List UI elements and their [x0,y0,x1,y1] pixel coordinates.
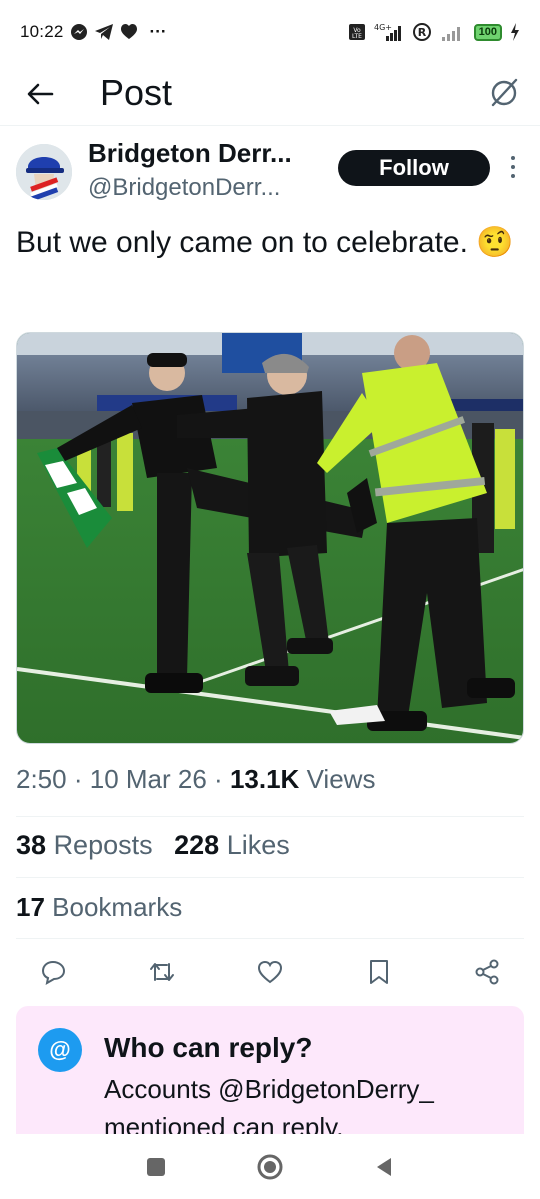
tweet-date: 10 Mar 26 [89,764,207,794]
post-header: Post [0,64,540,126]
action-bar [16,950,524,994]
messenger-icon [70,24,87,40]
battery-level: 100 [473,23,502,41]
system-icons: Vo LTE 4G+ R 100 [348,22,520,42]
likes-stat[interactable]: 228 Likes [174,830,290,860]
divider [16,877,524,878]
back-button[interactable] [22,76,58,112]
bookmarks-label: Bookmarks [52,892,183,922]
reply-restriction-card: @ Who can reply? Accounts @BridgetonDerr… [16,1006,524,1134]
signal-4g-icon: 4G+ [374,23,401,41]
reply-restriction-title: Who can reply? [104,1032,313,1063]
grok-button[interactable] [486,74,522,110]
page-title: Post [100,72,173,113]
author-handle[interactable]: @BridgetonDerr... [88,174,280,202]
reply-button[interactable] [38,957,68,987]
engagement-stats: 38 Reposts 228 Likes [16,830,290,861]
follow-button[interactable]: Follow [338,150,490,186]
registered-icon: R [412,23,431,41]
svg-text:LTE: LTE [352,33,362,40]
notification-icons: ··· [70,22,167,42]
meta-sep: · [214,764,230,794]
repost-icon [149,963,174,981]
author-row: Bridgeton Derr... @BridgetonDerr... Foll… [16,138,526,208]
back-arrow-icon [27,83,54,105]
mention-icon: @ [38,1028,82,1072]
more-button[interactable] [508,154,518,180]
views-count: 13.1K [229,764,300,794]
telegram-icon [94,24,113,40]
like-button[interactable] [255,957,285,987]
meta-sep: · [73,764,90,794]
reposts-label: Reposts [53,830,153,860]
bookmarks-stat[interactable]: 17 Bookmarks [16,892,182,923]
like-icon [257,960,283,984]
system-nav-bar [0,1134,540,1199]
repost-button[interactable] [147,957,177,987]
share-icon [475,959,499,985]
author-name[interactable]: Bridgeton Derr... [88,138,292,169]
charging-icon [511,23,519,41]
svg-text:R: R [417,26,426,39]
reposts-stat[interactable]: 38 Reposts [16,830,153,860]
status-bar: 10:22 ··· Vo LTE 4G+ R 100 [0,0,540,64]
photo-image [17,333,523,743]
reply-restriction-body: Accounts @BridgetonDerry_ mentioned can … [104,1074,434,1134]
nav-back-icon[interactable] [372,1155,396,1179]
bookmark-icon [369,960,388,984]
views-label: Views [306,764,376,794]
tweet-time: 2:50 [16,764,67,794]
divider [16,938,524,939]
volte-icon: VoLTE [348,24,365,40]
avatar-image [16,144,72,200]
reply-icon [41,960,66,985]
share-button[interactable] [472,957,502,987]
status-time: 10:22 [20,22,64,41]
bookmark-button[interactable] [364,957,394,987]
tweet-text: But we only came on to celebrate. 🤨 [16,226,514,259]
svg-text:4G+: 4G+ [374,23,392,32]
heart-status-icon [120,24,137,39]
reposts-count: 38 [16,830,47,860]
nav-recents-icon[interactable] [144,1155,168,1179]
signal-icon [441,27,460,41]
likes-label: Likes [226,830,290,860]
tweet-photo[interactable] [16,332,524,744]
bookmarks-count: 17 [16,892,45,922]
more-icon [511,156,515,178]
divider [16,816,524,817]
grok-icon [491,78,518,107]
likes-count: 228 [174,830,220,860]
status-overflow: ··· [149,22,167,41]
nav-home-icon[interactable] [255,1152,285,1182]
avatar[interactable] [16,144,72,200]
tweet-meta: 2:50 · 10 Mar 26 · 13.1K Views [16,764,375,795]
